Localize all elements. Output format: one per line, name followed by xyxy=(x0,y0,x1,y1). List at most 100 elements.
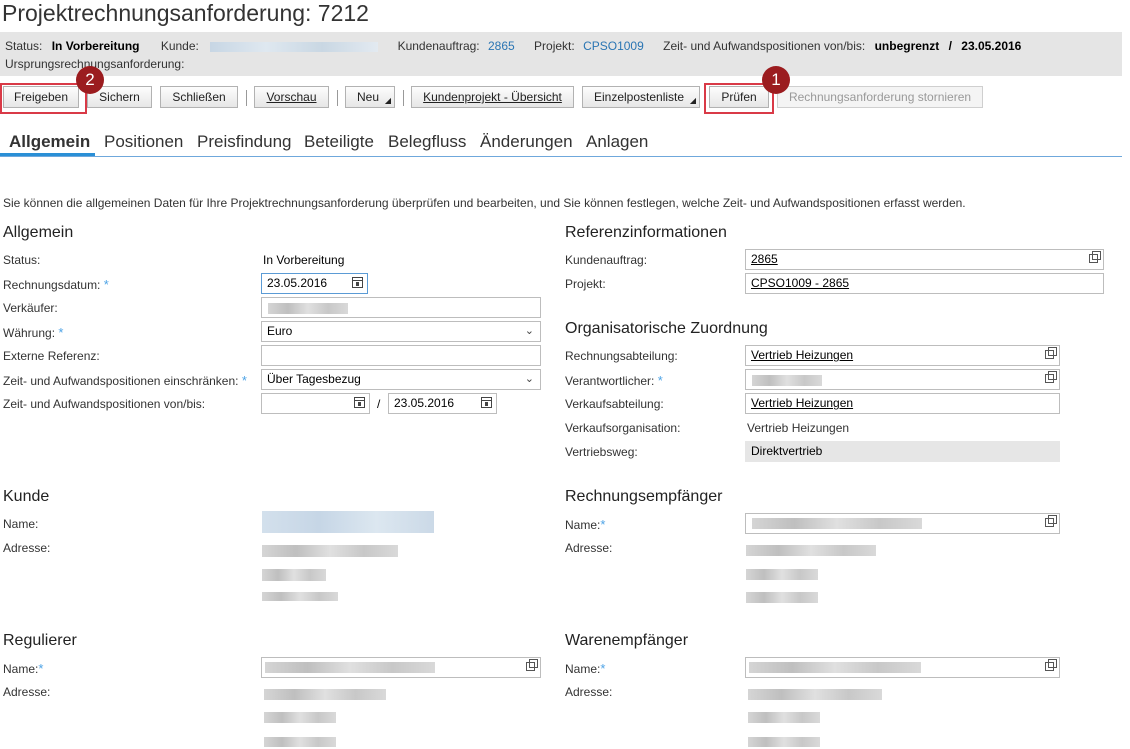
ref-projekt-value[interactable]: CPSO1009 - 2865 xyxy=(751,276,849,290)
waehrung-label-text: Währung: xyxy=(3,326,56,340)
ref-kundenauftrag-value[interactable]: 2865 xyxy=(751,252,778,266)
verkaeufer-label: Verkäufer: xyxy=(3,301,58,315)
vonbis-to-field[interactable]: 23.05.2016 xyxy=(388,393,497,414)
ref-kundenauftrag-field[interactable]: 2865 xyxy=(745,249,1104,270)
open-icon[interactable] xyxy=(1045,515,1057,527)
calendar-icon[interactable] xyxy=(352,277,363,288)
einschraenken-label: Zeit- und Aufwandspositionen einschränke… xyxy=(3,373,247,388)
tab-allgemein[interactable]: Allgemein xyxy=(9,132,90,152)
menu-arrow-icon: ◢ xyxy=(689,96,696,105)
status-label: Status: xyxy=(3,253,41,267)
tab-beteiligte[interactable]: Beteiligte xyxy=(304,132,374,152)
kundenauftrag-link[interactable]: 2865 xyxy=(488,39,515,53)
rechnungsdatum-field[interactable]: 23.05.2016 xyxy=(261,273,368,294)
zeit-label: Zeit- und Aufwandspositionen von/bis: xyxy=(663,39,866,53)
zeit-from: unbegrenzt xyxy=(874,39,940,53)
rechnungsdatum-value: 23.05.2016 xyxy=(267,276,328,290)
step-badge-2: 2 xyxy=(76,66,104,94)
rechnungsempfaenger-name-field[interactable] xyxy=(745,513,1060,534)
status-label: Status: xyxy=(5,39,43,53)
required-icon: * xyxy=(600,661,606,676)
regulierer-adresse-label: Adresse: xyxy=(3,685,51,699)
chevron-down-icon: ⌄ xyxy=(524,325,534,337)
verkaeufer-field[interactable] xyxy=(261,297,541,318)
page-title: Projektrechnungsanforderung: 7212 xyxy=(2,0,369,26)
highlight-freigeben xyxy=(0,83,87,114)
required-icon: * xyxy=(58,325,64,340)
tab-aenderungen[interactable]: Änderungen xyxy=(480,132,573,152)
kunde-adresse-redacted xyxy=(262,545,398,557)
vorschau-button[interactable]: Vorschau xyxy=(254,86,329,108)
open-icon[interactable] xyxy=(1089,251,1101,263)
vorschau-label: Vorschau xyxy=(266,90,317,104)
verantwortlicher-label-text: Verantwortlicher: xyxy=(565,374,655,388)
vonbis-from-field[interactable] xyxy=(261,393,370,414)
toolbar-separator xyxy=(337,90,338,106)
required-icon: * xyxy=(657,373,663,388)
section-organisation-heading: Organisatorische Zuordnung xyxy=(565,320,768,337)
waehrung-label: Währung: * xyxy=(3,325,63,340)
rechnungsabteilung-value[interactable]: Vertrieb Heizungen xyxy=(751,348,853,362)
rechnungsdatum-label: Rechnungsdatum: * xyxy=(3,277,109,292)
active-tab-indicator xyxy=(0,153,95,156)
tab-belegfluss[interactable]: Belegfluss xyxy=(388,132,466,152)
einzelpostenliste-menu-button[interactable]: Einzelpostenliste ◢ xyxy=(582,86,700,108)
projekt-link[interactable]: CPSO1009 xyxy=(583,39,644,53)
regulierer-name-label-text: Name: xyxy=(3,662,39,676)
externe-referenz-field[interactable] xyxy=(261,345,541,366)
regulierer-name-field[interactable] xyxy=(261,657,541,678)
kunde-name-redacted xyxy=(262,511,434,533)
toolbar-separator xyxy=(246,90,247,106)
waehrung-value: Euro xyxy=(267,324,293,338)
section-kunde-heading: Kunde xyxy=(3,488,50,505)
vertriebsweg-field: Direktvertrieb xyxy=(745,441,1060,462)
verantwortlicher-field[interactable] xyxy=(745,369,1060,390)
verkaufsabteilung-label: Verkaufsabteilung: xyxy=(565,397,664,411)
status-value: In Vorbereitung xyxy=(263,253,345,267)
section-rechnungsempfaenger-heading: Rechnungsempfänger xyxy=(565,488,723,505)
ref-kundenauftrag-label: Kundenauftrag: xyxy=(565,253,648,267)
rechnungsempfaenger-adresse-redacted xyxy=(746,545,876,556)
verkaufsabteilung-field[interactable]: Vertrieb Heizungen xyxy=(745,393,1060,414)
zeit-sep: / xyxy=(948,39,952,53)
warenempfaenger-name-label: Name:* xyxy=(565,661,605,676)
rechnungsabteilung-field[interactable]: Vertrieb Heizungen xyxy=(745,345,1060,366)
calendar-icon[interactable] xyxy=(354,397,365,408)
stornieren-button[interactable]: Rechnungsanforderung stornieren xyxy=(777,86,983,108)
required-icon: * xyxy=(103,277,109,292)
kundenprojekt-uebersicht-button[interactable]: Kundenprojekt - Übersicht xyxy=(411,86,574,108)
verkaufsorganisation-link[interactable]: Vertrieb Heizungen xyxy=(747,421,849,435)
warenempfaenger-name-field[interactable] xyxy=(745,657,1060,678)
open-icon[interactable] xyxy=(1045,659,1057,671)
tab-anlagen[interactable]: Anlagen xyxy=(586,132,648,152)
tab-positionen[interactable]: Positionen xyxy=(104,132,183,152)
verantwortlicher-label: Verantwortlicher: * xyxy=(565,373,663,388)
section-allgemein-heading: Allgemein xyxy=(3,224,74,241)
open-icon[interactable] xyxy=(1045,347,1057,359)
schliessen-button[interactable]: Schließen xyxy=(160,86,238,108)
chevron-down-icon: ⌄ xyxy=(524,373,534,385)
warenempfaenger-adresse-redacted xyxy=(748,712,820,723)
status-value: In Vorbereitung xyxy=(51,39,140,53)
einzelposten-label: Einzelpostenliste xyxy=(594,90,685,104)
ref-projekt-field[interactable]: CPSO1009 - 2865 xyxy=(745,273,1104,294)
open-icon[interactable] xyxy=(1045,371,1057,383)
tab-preisfindung[interactable]: Preisfindung xyxy=(197,132,292,152)
warenempfaenger-adresse-redacted xyxy=(748,689,882,700)
kundenauftrag-label: Kundenauftrag: xyxy=(397,39,480,53)
calendar-icon[interactable] xyxy=(481,397,492,408)
vonbis-separator: / xyxy=(377,397,381,411)
regulierer-adresse-redacted xyxy=(264,712,336,723)
kunde-adresse-redacted xyxy=(262,569,326,581)
verkaufsorganisation-label: Verkaufsorganisation: xyxy=(565,421,681,435)
required-icon: * xyxy=(600,517,606,532)
menu-arrow-icon: ◢ xyxy=(384,96,391,105)
verantwortlicher-value-redacted xyxy=(752,375,822,386)
verkaufsabteilung-value[interactable]: Vertrieb Heizungen xyxy=(751,396,853,410)
einschraenken-value: Über Tagesbezug xyxy=(267,372,361,386)
neu-menu-button[interactable]: Neu ◢ xyxy=(345,86,395,108)
open-icon[interactable] xyxy=(526,659,538,671)
waehrung-select[interactable]: Euro ⌄ xyxy=(261,321,541,342)
einschraenken-select[interactable]: Über Tagesbezug ⌄ xyxy=(261,369,541,390)
warenempfaenger-adresse-redacted xyxy=(748,737,820,747)
